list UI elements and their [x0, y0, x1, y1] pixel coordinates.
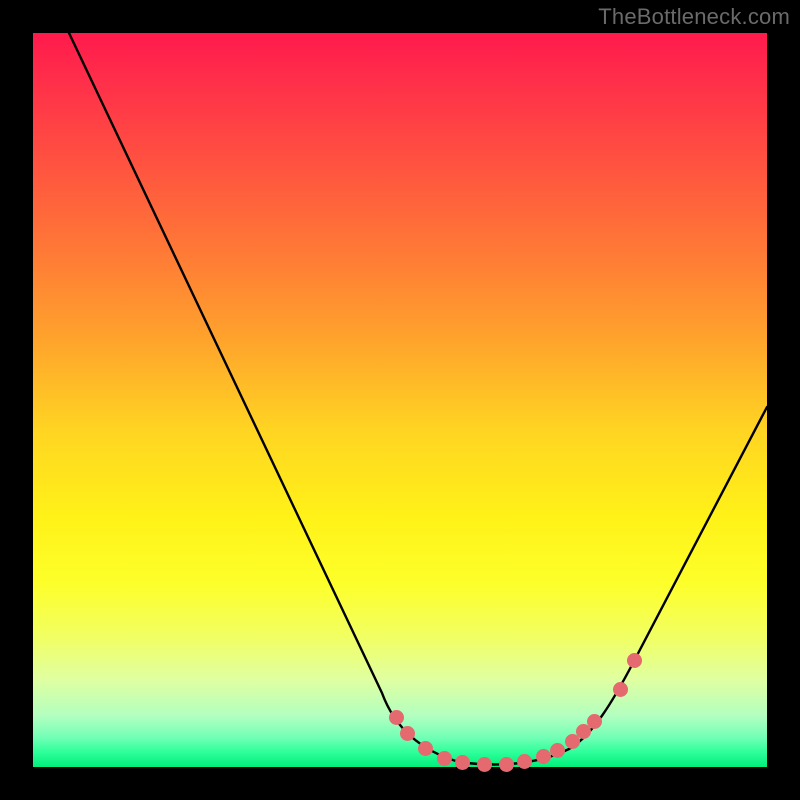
data-marker — [499, 757, 514, 772]
plot-area — [33, 33, 767, 767]
data-marker — [517, 754, 532, 769]
data-marker — [550, 743, 565, 758]
data-marker — [455, 755, 470, 770]
data-marker — [389, 710, 404, 725]
watermark-label: TheBottleneck.com — [598, 4, 790, 30]
curve-path — [69, 33, 767, 764]
data-marker — [400, 726, 415, 741]
data-marker — [437, 751, 452, 766]
data-marker — [587, 714, 602, 729]
data-marker — [477, 757, 492, 772]
data-marker — [536, 749, 551, 764]
bottleneck-curve — [33, 33, 767, 767]
chart-frame: TheBottleneck.com — [0, 0, 800, 800]
